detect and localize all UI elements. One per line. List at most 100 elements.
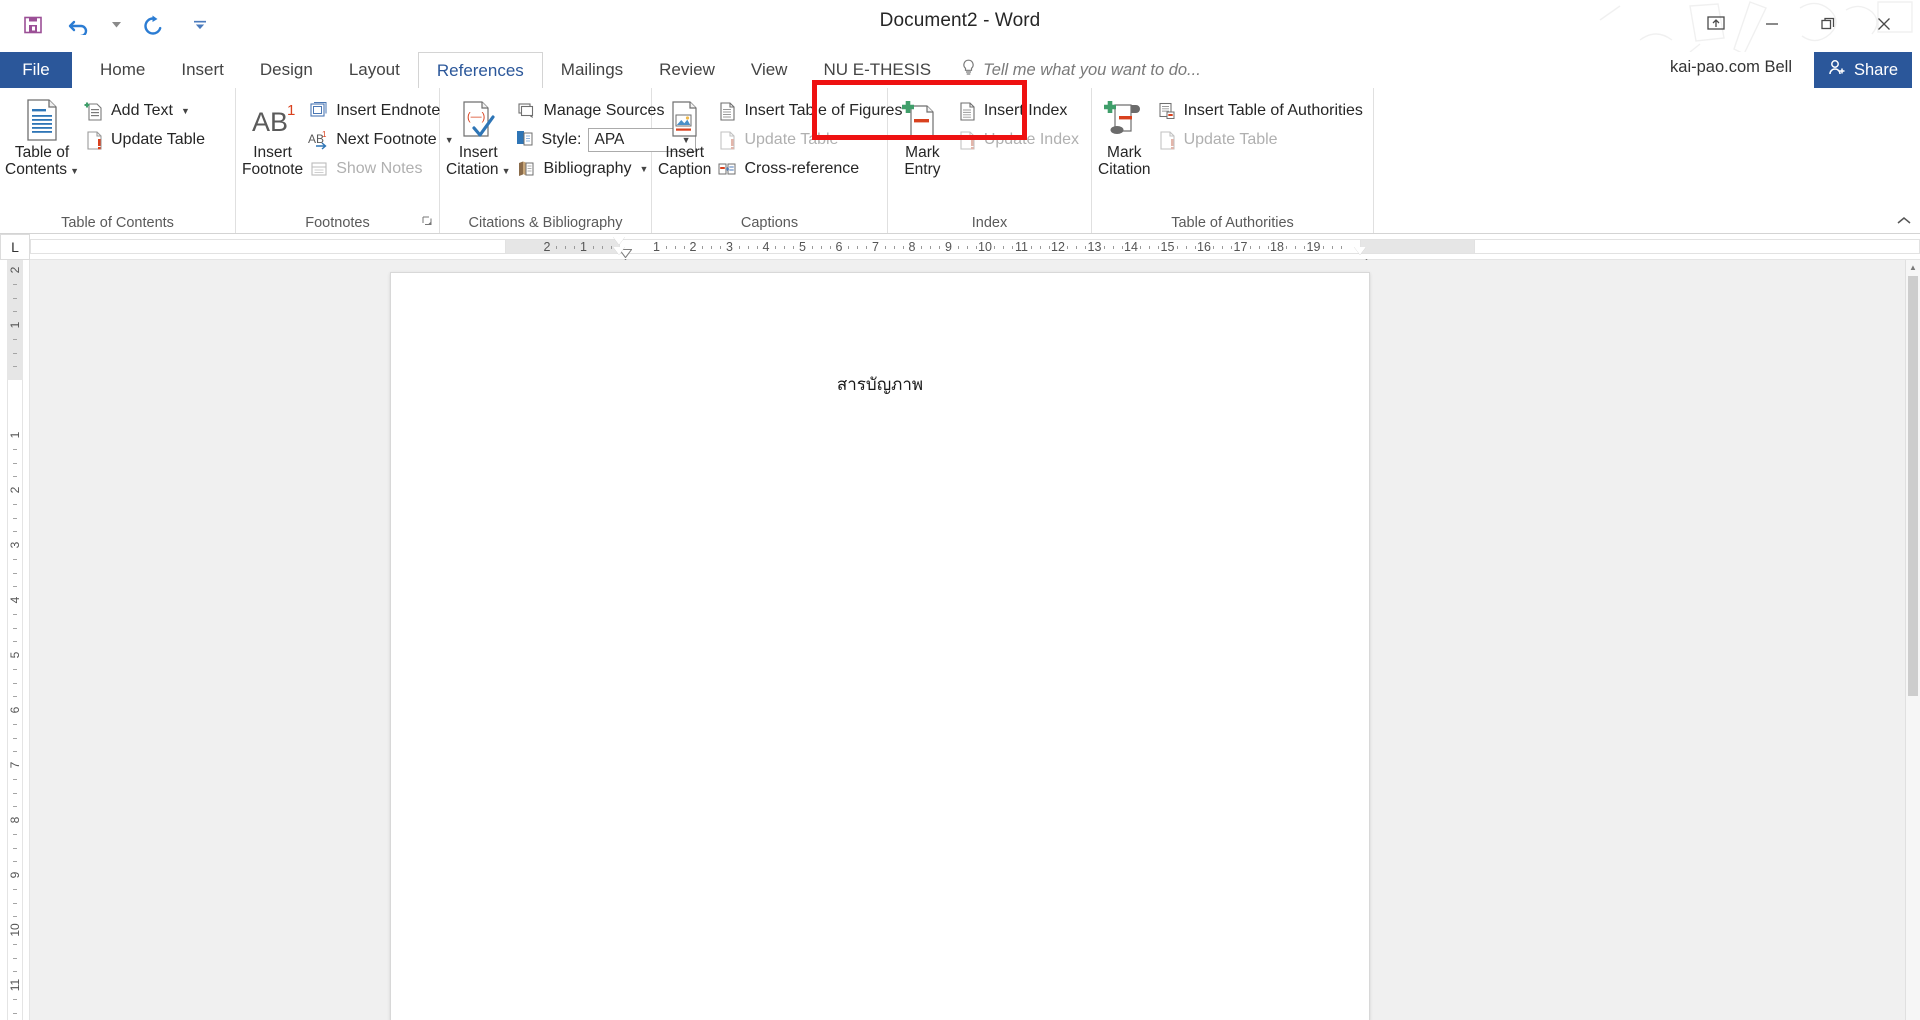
citation-style-icon (515, 128, 535, 153)
insert-index-icon (956, 100, 978, 122)
vertical-ruler-tick (13, 957, 17, 959)
caption-label-line1: Insert (665, 144, 705, 161)
footnotes-dialog-launcher-icon[interactable] (422, 216, 433, 230)
tab-layout[interactable]: Layout (331, 52, 418, 88)
insert-endnote-button[interactable]: Insert Endnote (305, 97, 459, 125)
ribbon-tab-strip: File Home Insert Design Layout Reference… (0, 52, 1920, 88)
ruler-number: 12 (1051, 240, 1065, 254)
ruler-number: 1 (653, 240, 660, 254)
ruler-tick (1112, 246, 1114, 249)
document-page[interactable]: สารบัญภาพ (390, 272, 1370, 1020)
minimize-icon[interactable] (1744, 4, 1800, 44)
restore-icon[interactable] (1800, 4, 1856, 44)
insert-footnote-button[interactable]: AB 1 Insert Footnote (242, 94, 303, 178)
chevron-down-icon[interactable]: ▼ (70, 166, 79, 176)
share-button[interactable]: Share (1813, 52, 1912, 88)
tab-review[interactable]: Review (641, 52, 733, 88)
ruler-tick (1304, 246, 1306, 249)
ruler-tick (1267, 246, 1269, 249)
tell-me-placeholder: Tell me what you want to do... (983, 60, 1201, 79)
insert-index-button[interactable]: Insert Index (953, 97, 1085, 125)
vertical-ruler-tick (13, 641, 17, 643)
vertical-ruler[interactable]: 2 1 1 2 3 4 5 6 7 8 9 10 11 (0, 260, 30, 1020)
ribbon-tabs: Home Insert Design Layout References Mai… (72, 52, 949, 88)
svg-text:1: 1 (287, 102, 295, 119)
ruler-number: 11 (1015, 240, 1028, 254)
citation-label-line1: Insert (458, 144, 498, 161)
scroll-up-arrow-icon[interactable]: ▲ (1906, 260, 1920, 275)
tab-mailings[interactable]: Mailings (543, 52, 641, 88)
ruler-tick (902, 246, 904, 249)
ruler-tick (756, 246, 758, 249)
vertical-ruler-tick (13, 503, 17, 505)
ruler-tick (893, 246, 895, 249)
ribbon-group-index: Mark Entry Insert Index Update Index Ind… (888, 88, 1092, 233)
tell-me-search[interactable]: Tell me what you want to do... (949, 52, 1201, 88)
tab-stop-selector[interactable]: L (0, 234, 30, 260)
update-table-figures-button: Update Table (713, 126, 908, 154)
document-body-text[interactable]: สารบัญภาพ (391, 371, 1369, 398)
vertical-ruler-number: 1 (8, 431, 22, 439)
account-name[interactable]: kai-pao.com Bell (1670, 58, 1792, 77)
horizontal-ruler[interactable]: 2 1 1 2 3 4 5 6 7 8 9 10 11 12 13 14 15 16 17 18 19 (30, 234, 1920, 260)
vertical-scrollbar[interactable]: ▲ (1905, 260, 1920, 1020)
vertical-ruler-tick (13, 998, 17, 1000)
tab-insert[interactable]: Insert (163, 52, 242, 88)
vertical-ruler-tick (13, 888, 17, 890)
footnote-label-line1: Insert (253, 144, 292, 161)
vertical-ruler-tick (13, 462, 17, 464)
tab-nu-e-thesis[interactable]: NU E-THESIS (805, 52, 949, 88)
ruler-tick (784, 246, 786, 249)
vertical-ruler-number: 2 (8, 486, 22, 494)
vertical-ruler-tick (13, 517, 17, 519)
update-table-toc-button[interactable]: Update Table (80, 126, 211, 154)
ruler-tick (866, 246, 868, 249)
ruler-tick (793, 246, 795, 249)
insert-citation-button[interactable]: (—) Insert Citation ▼ (446, 94, 510, 180)
chevron-down-icon[interactable]: ▼ (502, 166, 511, 176)
chevron-down-icon[interactable]: ▼ (640, 164, 649, 174)
mark-entry-button[interactable]: Mark Entry (894, 94, 951, 178)
vertical-ruler-tick (13, 778, 17, 780)
tab-references[interactable]: References (417, 52, 543, 88)
next-footnote-button[interactable]: AB 1 Next Footnote ▼ (305, 126, 459, 154)
tab-view[interactable]: View (733, 52, 806, 88)
hanging-indent-marker-icon[interactable] (613, 247, 627, 260)
chevron-down-icon[interactable]: ▼ (181, 106, 190, 116)
insert-table-of-figures-button[interactable]: Insert Table of Figures (713, 97, 908, 125)
ruler-tick (820, 246, 822, 249)
ribbon-display-options-icon[interactable] (1688, 4, 1744, 44)
tab-design[interactable]: Design (242, 52, 331, 88)
vertical-ruler-number: 6 (8, 706, 22, 714)
window-controls (1688, 4, 1912, 44)
table-of-contents-button[interactable]: Table of Contents ▼ (5, 94, 79, 180)
group-label-table-of-contents: Table of Contents (61, 214, 174, 231)
right-indent-marker-icon[interactable] (1354, 247, 1368, 260)
mark-citation-button[interactable]: Mark Citation (1098, 94, 1151, 178)
insert-table-of-authorities-button[interactable]: Insert Table of Authorities (1153, 97, 1369, 125)
tab-home[interactable]: Home (82, 52, 163, 88)
first-line-indent-marker-icon[interactable] (613, 237, 633, 259)
workspace: 2 1 1 2 3 4 5 6 7 8 9 10 11 สารบัญภาพ ▲ (0, 260, 1920, 1020)
ruler-tick (1231, 246, 1233, 249)
ruler-tick (1322, 246, 1324, 249)
close-icon[interactable] (1856, 4, 1912, 44)
group-label-captions: Captions (740, 214, 799, 231)
vertical-ruler-tick (13, 668, 17, 670)
vertical-ruler-tick (13, 627, 17, 629)
add-text-button[interactable]: Add Text ▼ (80, 97, 211, 125)
vertical-ruler-tick (13, 737, 17, 739)
tab-file[interactable]: File (0, 52, 72, 88)
scrollbar-thumb[interactable] (1908, 276, 1918, 696)
ruler-tick (930, 246, 932, 249)
vertical-ruler-tick (13, 861, 17, 863)
ruler-tick (1030, 246, 1032, 249)
document-canvas[interactable]: สารบัญภาพ ▲ (30, 260, 1920, 1020)
footnotes-small-buttons: Insert Endnote AB 1 Next Footnote ▼ Show… (305, 94, 459, 183)
insert-citation-icon: (—) (456, 98, 500, 142)
bibliography-label: Bibliography (543, 160, 632, 177)
cross-reference-button[interactable]: Cross-reference (713, 155, 908, 183)
ruler-number: 8 (908, 240, 916, 254)
collapse-ribbon-icon[interactable] (1896, 214, 1912, 230)
insert-caption-button[interactable]: Insert Caption (658, 94, 711, 178)
